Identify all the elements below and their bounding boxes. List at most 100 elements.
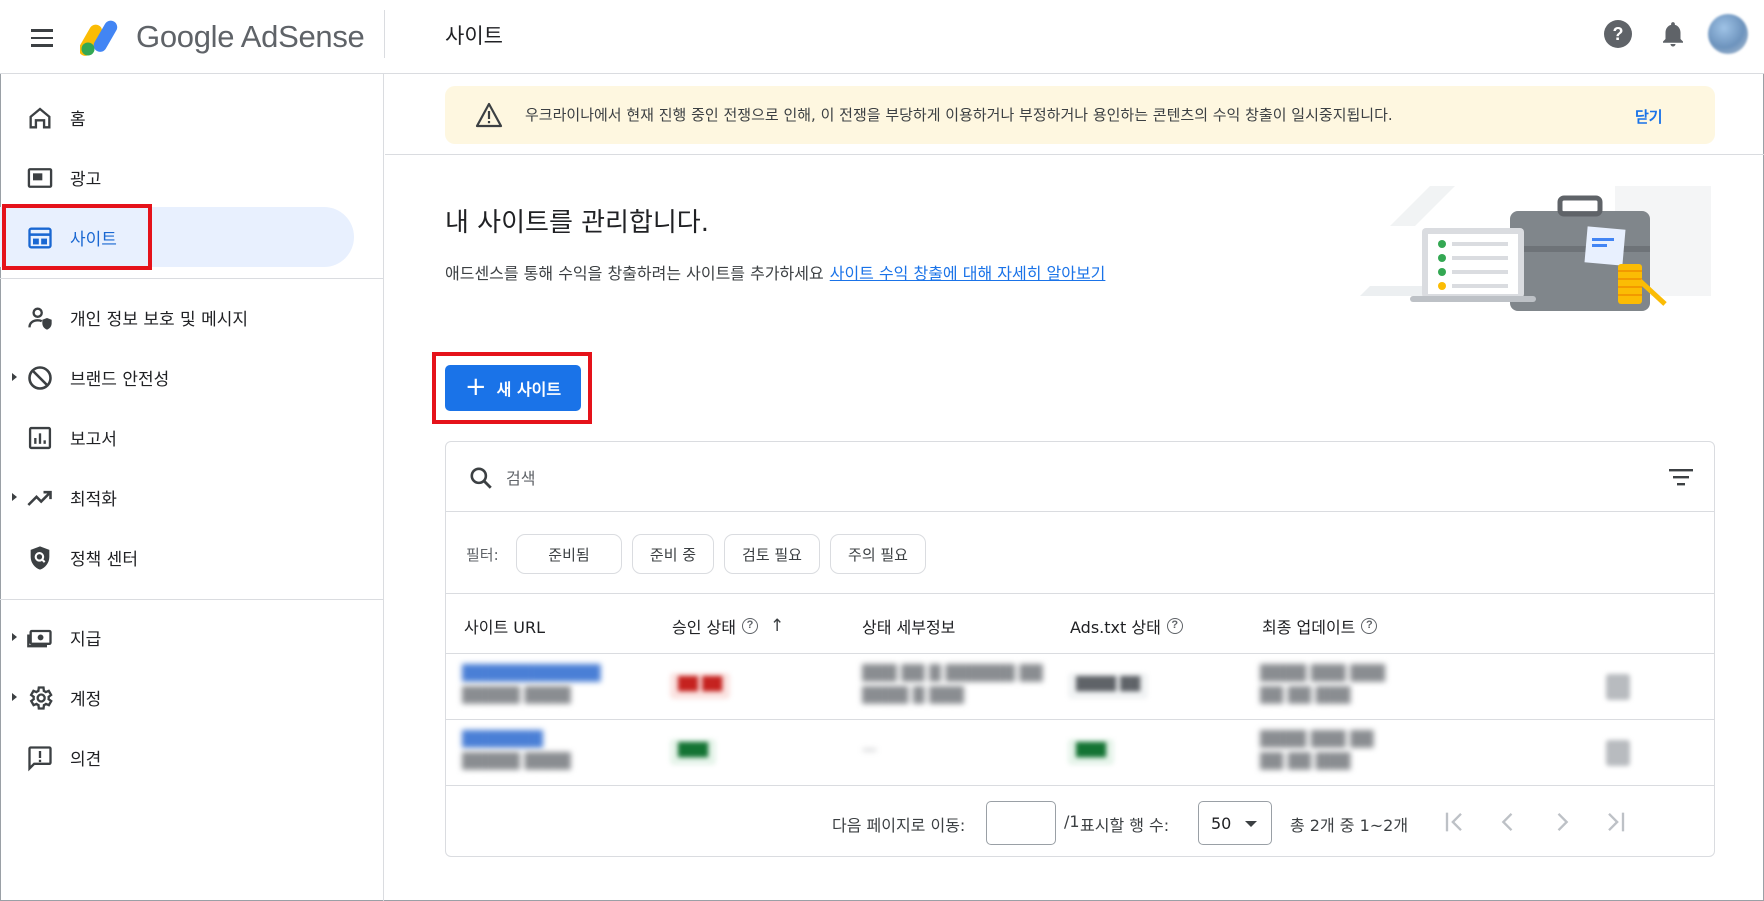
expand-caret-icon[interactable] (12, 373, 17, 381)
rows-per-page-value: 50 (1211, 813, 1232, 833)
goto-page-label: 다음 페이지로 이동: (832, 816, 966, 835)
sidebar-item-label: 보고서 (70, 429, 117, 450)
logo-text: Google AdSense (136, 19, 365, 54)
expand-caret-icon[interactable] (12, 493, 17, 501)
site-url-link[interactable]: ████████████ (462, 664, 600, 682)
previous-page-icon[interactable] (1494, 808, 1522, 836)
page-title: 사이트 (445, 24, 503, 48)
table-header: 사이트 URL 승인 상태 ? ↑ 상태 세부정보 Ads.txt 상태 ? 최… (446, 594, 1714, 654)
sidebar-item-policy-center[interactable]: 정책 센터 (0, 527, 354, 587)
sidebar-item-label: 사이트 (70, 229, 117, 250)
content-divider (385, 154, 1764, 155)
filter-chips-row: 필터: 준비됨 준비 중 검토 필요 주의 필요 (446, 512, 1714, 594)
pagination-bar: 다음 페이지로 이동: /1 표시할 행 수: 50 총 2개 중 1~2개 (446, 786, 1714, 858)
status-details-text: ███ ██ █ ██████ ██ (862, 664, 1043, 682)
site-url-subtext: █████ ████ (462, 752, 571, 770)
last-updated-text: ██ ██ ███ (1260, 686, 1351, 704)
filter-chip-needs-review[interactable]: 검토 필요 (724, 534, 820, 574)
header-divider (384, 10, 385, 58)
sidebar-item-label: 개인 정보 보호 및 메시지 (70, 309, 249, 330)
notifications-bell-icon[interactable] (1658, 19, 1688, 49)
sidebar-divider (0, 278, 384, 279)
help-circle-icon[interactable]: ? (741, 618, 758, 634)
learn-more-link[interactable]: 사이트 수익 창출에 대해 자세히 알아보기 (830, 264, 1106, 283)
rows-per-page-select[interactable]: 50 (1198, 801, 1272, 845)
filter-list-icon[interactable] (1668, 467, 1694, 487)
sidebar-item-label: 홈 (70, 109, 86, 130)
status-details-text: — (862, 740, 877, 758)
total-pages-text: /1 (1064, 812, 1080, 831)
first-page-icon[interactable] (1440, 808, 1468, 836)
filter-label: 필터: (466, 546, 499, 564)
policy-shield-icon (30, 546, 50, 570)
last-page-icon[interactable] (1602, 808, 1630, 836)
sidebar-item-label: 지급 (70, 629, 102, 650)
column-header-ads-txt-status[interactable]: Ads.txt 상태 ? (1070, 614, 1183, 638)
help-icon[interactable]: ? (1604, 20, 1632, 48)
sidebar-item-sites[interactable]: 사이트 (0, 207, 354, 267)
sidebar-item-brand-safety[interactable]: 브랜드 안전성 (0, 347, 354, 407)
goto-page-input[interactable] (986, 801, 1056, 845)
sidebar-item-privacy-messaging[interactable]: 개인 정보 보호 및 메시지 (0, 287, 354, 347)
sites-illustration (1360, 186, 1711, 311)
sidebar-item-label: 계정 (70, 689, 102, 710)
sidebar-item-account[interactable]: 계정 (0, 667, 354, 727)
privacy-messaging-icon (28, 307, 52, 330)
search-input[interactable] (506, 464, 1606, 492)
sidebar-item-payments[interactable]: 지급 (0, 607, 354, 667)
table-row[interactable]: ███████ █████ ████ ███ — ███ ████ ███ ██… (446, 720, 1714, 786)
filter-chip-needs-attention[interactable]: 주의 필요 (830, 534, 926, 574)
column-label: 승인 상태 (672, 618, 736, 637)
expand-caret-icon[interactable] (12, 633, 17, 641)
next-page-icon[interactable] (1548, 808, 1576, 836)
sidebar-item-ads[interactable]: 광고 (0, 147, 354, 207)
hero-subtitle: 애드센스를 통해 수익을 창출하려는 사이트를 추가하세요 사이트 수익 창출에 … (445, 260, 1105, 284)
banner-close-button[interactable]: 닫기 (1635, 106, 1663, 127)
site-url-link[interactable]: ███████ (462, 730, 543, 748)
sidebar-item-reports[interactable]: 보고서 (0, 407, 354, 467)
sites-table-card: 필터: 준비됨 준비 중 검토 필요 주의 필요 사이트 URL 승인 상태 ?… (445, 441, 1715, 857)
sidebar-item-optimization[interactable]: 최적화 (0, 467, 354, 527)
column-label: 상태 세부정보 (862, 618, 956, 637)
column-header-site-url[interactable]: 사이트 URL (464, 614, 545, 638)
column-header-last-updated[interactable]: 최종 업데이트 ? (1262, 614, 1378, 638)
column-header-approval-status[interactable]: 승인 상태 ? ↑ (672, 614, 784, 638)
block-icon (28, 366, 52, 390)
help-circle-icon[interactable]: ? (1361, 618, 1378, 634)
sidebar-item-label: 광고 (70, 169, 102, 190)
sidebar-divider (0, 599, 384, 600)
hero-subtitle-text: 애드센스를 통해 수익을 창출하려는 사이트를 추가하세요 (445, 264, 824, 283)
column-label: 최종 업데이트 (1262, 618, 1356, 637)
sidebar-item-home[interactable]: 홈 (0, 87, 354, 147)
sidebar-nav: 홈 광고 사이트 개인 정보 보호 및 메시지 브랜드 안전성 보고서 최적화 … (0, 74, 384, 901)
table-row[interactable]: ████████████ █████ ████ ██ ██ ███ ██ █ █… (446, 654, 1714, 720)
last-updated-text: ████ ███ ██ (1260, 730, 1374, 748)
adsense-logo[interactable]: Google AdSense (80, 12, 365, 62)
top-app-bar: Google AdSense 사이트 ? (0, 0, 1764, 74)
sidebar-item-label: 최적화 (70, 489, 117, 510)
row-action-icon[interactable] (1606, 674, 1630, 700)
reports-icon (28, 426, 52, 450)
ads-txt-status-badge: ████ ██ (1068, 673, 1149, 699)
hamburger-menu-icon[interactable] (26, 22, 58, 54)
sidebar-item-label: 의견 (70, 749, 102, 770)
expand-caret-icon[interactable] (12, 693, 17, 701)
help-circle-icon[interactable]: ? (1166, 618, 1183, 634)
sites-icon (28, 227, 52, 249)
column-header-status-details: 상태 세부정보 (862, 614, 955, 638)
column-label: Ads.txt 상태 (1070, 618, 1161, 637)
approval-status-badge: ██ ██ (670, 673, 731, 699)
filter-chip-in-progress[interactable]: 준비 중 (632, 534, 714, 574)
banner-text: 우크라이나에서 현재 진행 중인 전쟁으로 인해, 이 전쟁을 부당하게 이용하… (525, 106, 1393, 124)
sort-ascending-icon[interactable]: ↑ (770, 616, 784, 636)
sidebar-item-feedback[interactable]: 의견 (0, 727, 354, 787)
trending-up-icon (27, 490, 52, 506)
hero-title: 내 사이트를 관리합니다. (445, 208, 709, 238)
row-action-icon[interactable] (1606, 740, 1630, 766)
avatar[interactable] (1708, 14, 1748, 54)
dropdown-arrow-icon (1245, 821, 1257, 827)
new-site-button[interactable]: + 새 사이트 (445, 365, 581, 411)
filter-chip-ready[interactable]: 준비됨 (516, 534, 622, 574)
new-site-label: 새 사이트 (496, 380, 562, 399)
sidebar-item-label: 정책 센터 (70, 549, 138, 570)
